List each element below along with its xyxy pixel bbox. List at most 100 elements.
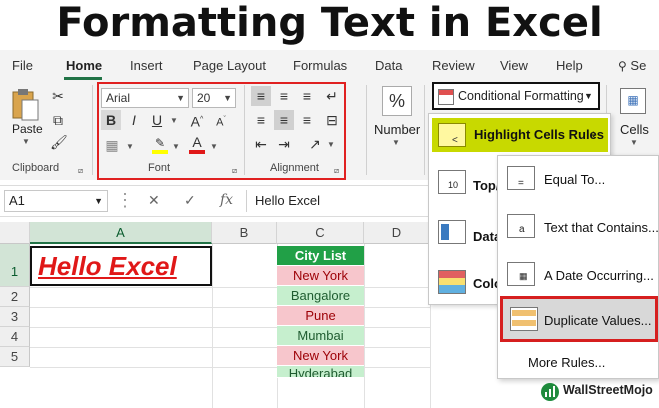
orientation-icon[interactable]: ↗ xyxy=(305,134,325,154)
row-header-5[interactable]: 5 xyxy=(0,347,30,367)
formula-input[interactable]: Hello Excel xyxy=(246,190,439,212)
chevron-down-icon[interactable]: ▼ xyxy=(126,142,134,151)
tab-search[interactable]: ⚲ Se xyxy=(618,58,646,73)
submenu-item-date-occurring[interactable]: A Date Occurring... xyxy=(544,268,654,283)
row-header-2[interactable]: 2 xyxy=(0,287,30,307)
name-box[interactable]: A1 ▼ xyxy=(4,190,108,212)
decrease-indent-icon[interactable]: ⇤ xyxy=(251,134,271,154)
chevron-down-icon[interactable]: ▼ xyxy=(630,138,638,147)
wrap-text-icon[interactable]: ↵ xyxy=(322,86,342,106)
font-name-value: Arial xyxy=(106,91,131,105)
gridline xyxy=(30,367,430,368)
column-header-b[interactable]: B xyxy=(212,222,277,244)
city-cell[interactable]: Pune xyxy=(277,306,364,326)
row-header-1[interactable]: 1 xyxy=(0,244,30,287)
decrease-font-icon[interactable]: Aˇ xyxy=(210,110,232,130)
format-painter-icon[interactable]: 🖌 xyxy=(50,134,68,151)
duplicate-values-label: Duplicate Values... xyxy=(544,313,652,328)
chevron-down-icon[interactable]: ▼ xyxy=(22,137,30,146)
tab-data[interactable]: Data xyxy=(375,58,402,73)
paste-label[interactable]: Paste xyxy=(12,122,43,136)
increase-font-icon[interactable]: A^ xyxy=(186,110,208,130)
align-left-icon[interactable]: ≡ xyxy=(251,110,271,130)
gridline xyxy=(30,347,430,348)
number-group-label[interactable]: Number xyxy=(374,122,420,137)
submenu-item-text-contains[interactable]: Text that Contains... xyxy=(544,220,659,235)
cells-icon[interactable]: ▦ xyxy=(620,88,646,114)
copy-icon[interactable]: ⧉ xyxy=(50,112,66,129)
chevron-down-icon[interactable]: ▼ xyxy=(172,142,180,151)
city-cell[interactable]: New York xyxy=(277,266,364,286)
row-header-3[interactable]: 3 xyxy=(0,307,30,327)
divider xyxy=(244,85,245,175)
font-name-select[interactable]: Arial ▼ xyxy=(101,88,189,108)
align-bottom-icon[interactable]: ≡ xyxy=(297,86,317,106)
tab-help[interactable]: Help xyxy=(556,58,583,73)
city-list-header[interactable]: City List xyxy=(277,246,364,266)
menu-item-highlight-cells-rules[interactable]: < Highlight Cells Rules › xyxy=(432,118,608,152)
more-options-icon[interactable]: ⋮ xyxy=(116,190,134,211)
column-header-d[interactable]: D xyxy=(364,222,430,244)
watermark-logo: WallStreetMojo xyxy=(540,380,659,404)
dialog-launcher-icon[interactable]: ⧄ xyxy=(334,166,339,176)
bold-button[interactable]: B xyxy=(101,110,121,130)
chevron-down-icon[interactable]: ▼ xyxy=(210,142,218,151)
cancel-icon[interactable]: ✕ xyxy=(148,192,160,209)
tab-review[interactable]: Review xyxy=(432,58,475,73)
cells-group-label[interactable]: Cells xyxy=(620,122,649,137)
tab-home[interactable]: Home xyxy=(66,58,102,73)
column-header-c[interactable]: C xyxy=(277,222,364,244)
gridline xyxy=(212,244,213,408)
search-label: Se xyxy=(630,58,647,73)
percent-icon[interactable]: % xyxy=(382,86,412,116)
city-cell[interactable]: Hyderabad xyxy=(277,366,364,378)
submenu-item-more-rules[interactable]: More Rules... xyxy=(528,355,605,370)
chevron-down-icon[interactable]: ▼ xyxy=(392,138,400,147)
submenu-item-equal-to[interactable]: Equal To... xyxy=(544,172,605,187)
underline-button[interactable]: U xyxy=(147,110,167,130)
dialog-launcher-icon[interactable]: ⧄ xyxy=(232,166,237,176)
enter-icon[interactable]: ✓ xyxy=(184,192,196,209)
tab-formulas[interactable]: Formulas xyxy=(293,58,347,73)
city-cell[interactable]: New York xyxy=(277,346,364,366)
fill-color-icon[interactable]: ✎ xyxy=(150,134,170,154)
select-all-corner[interactable] xyxy=(0,222,30,244)
font-color-button[interactable]: A xyxy=(188,134,206,154)
tab-file[interactable]: File xyxy=(12,58,33,73)
cell-a1[interactable]: Hello Excel xyxy=(30,246,212,286)
cut-icon[interactable]: ✂ xyxy=(50,88,66,105)
date-occurring-icon: ▦ xyxy=(507,262,535,286)
tab-insert[interactable]: Insert xyxy=(130,58,163,73)
align-center-icon[interactable]: ≡ xyxy=(274,110,294,130)
tab-view[interactable]: View xyxy=(500,58,528,73)
text-contains-icon: a xyxy=(507,214,535,238)
chevron-right-icon: › xyxy=(592,125,597,141)
italic-button[interactable]: I xyxy=(124,110,144,130)
column-header-a[interactable]: A xyxy=(30,222,212,244)
color-scales-icon xyxy=(438,270,466,294)
dialog-launcher-icon[interactable]: ⧄ xyxy=(78,166,83,176)
chevron-down-icon[interactable]: ▼ xyxy=(170,116,178,125)
city-cell[interactable]: Mumbai xyxy=(277,326,364,346)
align-middle-icon[interactable]: ≡ xyxy=(274,86,294,106)
divider xyxy=(424,85,425,175)
font-size-select[interactable]: 20 ▼ xyxy=(192,88,236,108)
chevron-down-icon: ▼ xyxy=(94,196,103,206)
chevron-down-icon[interactable]: ▼ xyxy=(327,140,335,149)
merge-center-icon[interactable]: ⊟ xyxy=(322,110,342,130)
conditional-formatting-button[interactable]: Conditional Formatting ▼ xyxy=(432,82,600,110)
submenu-item-duplicate-values[interactable]: Duplicate Values... xyxy=(500,296,658,342)
insert-function-icon[interactable]: fx xyxy=(220,192,233,208)
row-header-4[interactable]: 4 xyxy=(0,327,30,347)
paste-button[interactable] xyxy=(10,88,40,122)
align-right-icon[interactable]: ≡ xyxy=(297,110,317,130)
chevron-down-icon: ▼ xyxy=(584,91,593,101)
equal-to-icon: = xyxy=(507,166,535,190)
increase-indent-icon[interactable]: ⇥ xyxy=(274,134,294,154)
alignment-group-label: Alignment xyxy=(270,162,319,174)
divider xyxy=(92,85,93,175)
tab-page-layout[interactable]: Page Layout xyxy=(193,58,266,73)
city-cell[interactable]: Bangalore xyxy=(277,286,364,306)
align-top-icon[interactable]: ≡ xyxy=(251,86,271,106)
borders-icon[interactable]: ▦ xyxy=(102,136,122,154)
